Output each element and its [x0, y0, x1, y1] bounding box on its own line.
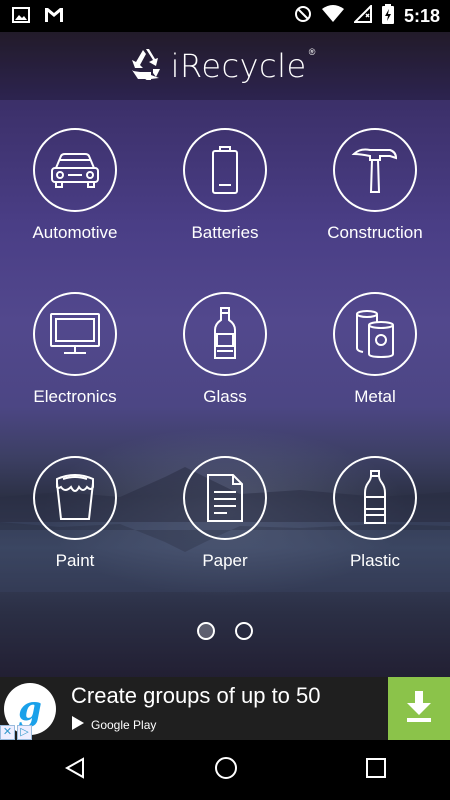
home-icon[interactable] [213, 755, 239, 786]
download-button[interactable] [388, 677, 450, 740]
recents-icon[interactable] [365, 757, 387, 784]
category-label: Automotive [32, 223, 118, 242]
page-indicator [0, 622, 450, 640]
category-glass[interactable]: Glass [150, 292, 300, 407]
app-background: iRecycle ® Automotive Batteries Construc… [0, 32, 450, 677]
category-label: Metal [354, 387, 396, 406]
adchoices-icon[interactable]: ▷ [17, 725, 32, 740]
category-paper[interactable]: Paper [150, 456, 300, 571]
download-icon [404, 689, 434, 728]
navigation-bar [0, 740, 450, 800]
back-icon[interactable] [63, 756, 87, 785]
category-construction[interactable]: Construction [300, 128, 450, 243]
status-bar: 5:18 [0, 0, 450, 32]
category-label: Glass [203, 387, 247, 406]
app-title: iRecycle [170, 47, 307, 85]
adchoices-close-icon[interactable]: ✕ [0, 725, 15, 740]
category-label: Paint [55, 551, 95, 570]
category-label: Batteries [191, 223, 259, 242]
hammer-icon [333, 128, 417, 212]
image-icon [12, 6, 30, 29]
plastic-bottle-icon [333, 456, 417, 540]
page-dot-2[interactable] [235, 622, 253, 640]
cans-icon [333, 292, 417, 376]
category-label: Plastic [349, 551, 401, 570]
category-paint[interactable]: Paint [0, 456, 150, 571]
page-dot-1[interactable] [197, 622, 215, 640]
registered-mark: ® [308, 47, 316, 57]
category-automotive[interactable]: Automotive [0, 128, 150, 243]
category-metal[interactable]: Metal [300, 292, 450, 407]
ad-banner[interactable]: g Create groups of up to 50 Google Play … [0, 677, 450, 740]
glass-bottle-icon [183, 292, 267, 376]
category-batteries[interactable]: Batteries [150, 128, 300, 243]
paint-bucket-icon [33, 456, 117, 540]
category-label: Paper [202, 551, 248, 570]
category-electronics[interactable]: Electronics [0, 292, 150, 407]
category-plastic[interactable]: Plastic [300, 456, 450, 571]
ad-logo-letter: g [18, 689, 42, 729]
adchoices[interactable]: ✕ ▷ [0, 725, 32, 740]
gmail-icon [44, 6, 64, 29]
category-label: Electronics [33, 387, 117, 406]
document-icon [183, 456, 267, 540]
wifi-icon [321, 5, 344, 28]
ad-headline[interactable]: Create groups of up to 50 [71, 683, 321, 709]
clock: 5:18 [403, 6, 440, 26]
recycle-icon [129, 48, 163, 85]
monitor-icon [33, 292, 117, 376]
google-play-badge[interactable]: Google Play [71, 715, 156, 734]
car-icon [33, 128, 117, 212]
no-sim-icon [294, 5, 312, 28]
category-label: Construction [327, 223, 423, 242]
app-header: iRecycle ® [0, 32, 450, 100]
google-play-label: Google Play [91, 717, 157, 732]
google-play-icon [71, 715, 85, 734]
cell-signal-icon [352, 3, 372, 28]
battery-icon [381, 4, 394, 29]
battery-icon [183, 128, 267, 212]
